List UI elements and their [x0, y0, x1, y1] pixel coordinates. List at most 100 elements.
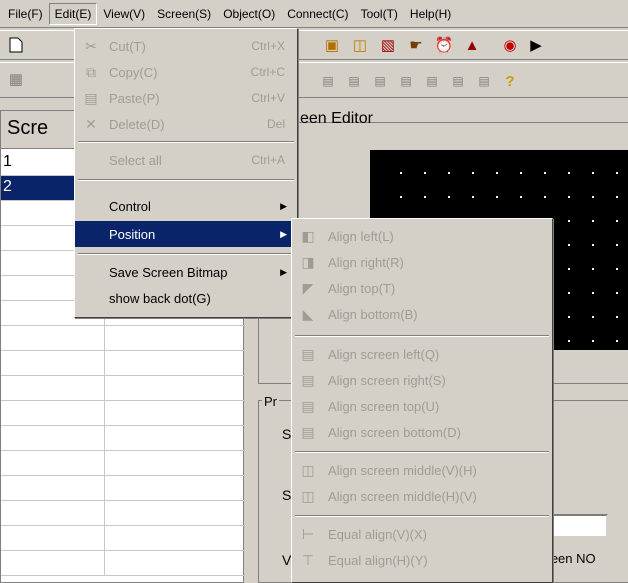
paste-icon: ▤	[84, 89, 98, 106]
grid-dot	[568, 220, 570, 222]
align-screen-right-icon: ▤	[301, 371, 315, 388]
menu-item-align-top[interactable]: ◤ Align top(T)	[292, 275, 552, 301]
grid-dot	[520, 196, 522, 198]
grid-dot	[424, 172, 426, 174]
download-icon[interactable]: ▲	[462, 35, 482, 55]
open-folder-icon[interactable]: ◫	[350, 35, 370, 55]
menu-item-select-all[interactable]: Select all Ctrl+A	[75, 147, 297, 173]
grid-dot	[568, 196, 570, 198]
help-question-icon[interactable]: ?	[500, 71, 520, 91]
grid-dot	[616, 196, 618, 198]
menu-tool[interactable]: Tool(T)	[355, 3, 404, 25]
menu-item-save-screen-bitmap[interactable]: Save Screen Bitmap ▶	[75, 259, 297, 285]
grid-dot	[400, 172, 402, 174]
grid-dot	[568, 316, 570, 318]
align-screen-middle-vh-icon: ◫	[301, 461, 315, 478]
grid-dot	[568, 244, 570, 246]
menu-item-cut[interactable]: ✂ Cut(T) Ctrl+X	[75, 33, 297, 59]
menu-item-delete[interactable]: ✕ Delete(D) Del	[75, 111, 297, 137]
grid-dot	[592, 196, 594, 198]
menu-object[interactable]: Object(O)	[217, 3, 281, 25]
grid-dot	[448, 196, 450, 198]
equal-align-v-icon: ⊢	[301, 525, 315, 542]
menu-item-align-screen-middle-vh[interactable]: ◫ Align screen middle(V)(H)	[292, 457, 552, 483]
menu-separator	[295, 335, 549, 337]
position-submenu: ◧ Align left(L) ◨ Align right(R) ◤ Align…	[291, 218, 553, 583]
menu-item-control[interactable]: Control ▶	[75, 193, 297, 219]
align-middle-vh-tool-icon[interactable]: ▤	[396, 71, 416, 91]
link-icon[interactable]: ▧	[378, 35, 398, 55]
properties-group-label: Pr	[262, 394, 279, 409]
play-icon[interactable]: ▶	[526, 35, 546, 55]
menu-edit[interactable]: Edit(E)	[48, 2, 98, 25]
menu-item-equal-align-h[interactable]: ⊤ Equal align(H)(Y)	[292, 547, 552, 573]
menu-item-align-screen-top[interactable]: ▤ Align screen top(U)	[292, 393, 552, 419]
edit-menu: ✂ Cut(T) Ctrl+X ⧉ Copy(C) Ctrl+C ▤ Paste…	[74, 28, 298, 318]
grid-dot	[616, 316, 618, 318]
grid-dot	[568, 172, 570, 174]
alarm-icon[interactable]: ⏰	[434, 35, 454, 55]
grid-dot	[472, 172, 474, 174]
grid-dot	[568, 268, 570, 270]
record-icon[interactable]: ◉	[500, 35, 520, 55]
grid-dot	[592, 292, 594, 294]
grid-dot	[568, 292, 570, 294]
delete-x-icon: ✕	[85, 115, 97, 132]
align-screen-middle-hv-icon: ◫	[301, 487, 315, 504]
screen-image-icon[interactable]: ▣	[322, 35, 342, 55]
grid-dot	[592, 340, 594, 342]
property-label: V	[282, 552, 292, 568]
menu-item-paste[interactable]: ▤ Paste(P) Ctrl+V	[75, 85, 297, 111]
align-screen-left-icon: ▤	[301, 345, 315, 362]
menu-item-align-screen-bottom[interactable]: ▤ Align screen bottom(D)	[292, 419, 552, 445]
menu-item-equal-align-v[interactable]: ⊢ Equal align(V)(X)	[292, 521, 552, 547]
screen-editor-title: een Editor	[300, 110, 373, 127]
menu-item-copy[interactable]: ⧉ Copy(C) Ctrl+C	[75, 59, 297, 85]
menu-item-show-back-dot[interactable]: show back dot(G)	[75, 285, 297, 311]
grid-dot	[400, 196, 402, 198]
menu-item-align-right[interactable]: ◨ Align right(R)	[292, 249, 552, 275]
grid-dot	[616, 292, 618, 294]
align-right-icon: ◨	[301, 253, 315, 270]
grid-dot	[616, 220, 618, 222]
menu-item-align-left[interactable]: ◧ Align left(L)	[292, 223, 552, 249]
copy-icon: ⧉	[86, 63, 96, 80]
menu-item-align-screen-middle-hv[interactable]: ◫ Align screen middle(H)(V)	[292, 483, 552, 509]
table-row	[1, 401, 245, 426]
table-row	[1, 476, 245, 501]
menu-help[interactable]: Help(H)	[404, 3, 457, 25]
menu-item-align-screen-right[interactable]: ▤ Align screen right(S)	[292, 367, 552, 393]
menu-connect[interactable]: Connect(C)	[281, 3, 354, 25]
menu-item-position[interactable]: Position ▶	[75, 221, 297, 247]
grid-dot	[616, 340, 618, 342]
property-input[interactable]	[548, 514, 608, 538]
grid-dot	[448, 172, 450, 174]
grid-dot	[520, 172, 522, 174]
scissors-icon: ✂	[85, 37, 97, 54]
grid-dot	[592, 172, 594, 174]
align-screen-right-tool-icon[interactable]: ▤	[318, 71, 338, 91]
menu-item-align-screen-left[interactable]: ▤ Align screen left(Q)	[292, 341, 552, 367]
menu-item-align-bottom[interactable]: ◣ Align bottom(B)	[292, 301, 552, 327]
grid-dot	[544, 196, 546, 198]
menu-file[interactable]: File(F)	[2, 3, 49, 25]
align-middle-hv-tool-icon[interactable]: ▤	[422, 71, 442, 91]
table-row	[1, 501, 245, 526]
grid-dot	[496, 196, 498, 198]
equal-align-h-tool-icon[interactable]: ▤	[474, 71, 494, 91]
equal-align-v-tool-icon[interactable]: ▤	[448, 71, 468, 91]
menu-separator	[78, 253, 294, 255]
submenu-arrow-icon: ▶	[280, 228, 287, 239]
menu-separator	[295, 515, 549, 517]
menu-separator	[78, 141, 294, 143]
grid-dot	[616, 172, 618, 174]
hand-icon[interactable]: ☛	[406, 35, 426, 55]
align-screen-top-tool-icon[interactable]: ▤	[344, 71, 364, 91]
new-file-icon[interactable]	[6, 35, 26, 55]
table-row	[1, 551, 245, 576]
grid-dot	[424, 196, 426, 198]
menu-view[interactable]: View(V)	[97, 3, 151, 25]
align-screen-bottom-tool-icon[interactable]: ▤	[370, 71, 390, 91]
grid-icon[interactable]: ▦	[6, 69, 26, 89]
menu-screen[interactable]: Screen(S)	[151, 3, 217, 25]
